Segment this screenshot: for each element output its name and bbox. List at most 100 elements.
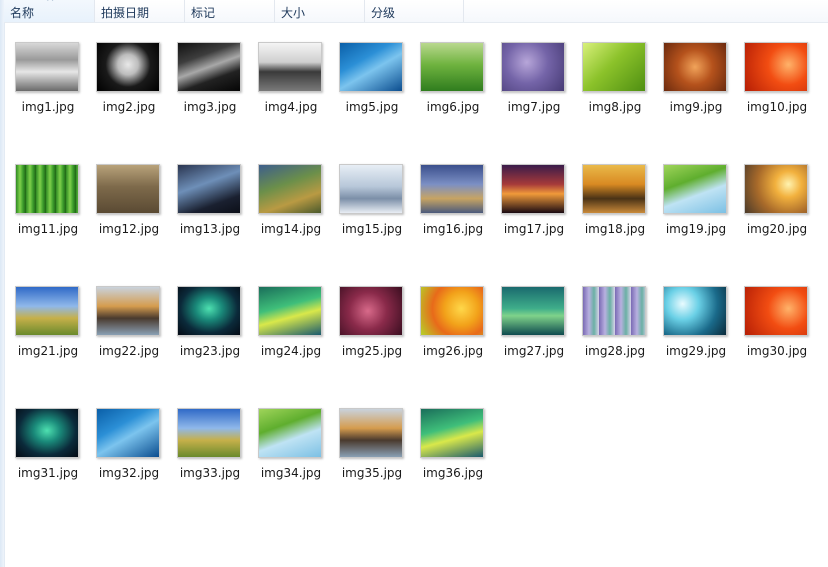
file-item[interactable]: img27.jpg [499, 286, 580, 408]
file-item[interactable]: img28.jpg [580, 286, 661, 408]
file-item[interactable]: img19.jpg [661, 164, 742, 286]
file-item[interactable]: img18.jpg [580, 164, 661, 286]
image-thumbnail[interactable] [663, 42, 727, 92]
file-item[interactable]: img8.jpg [580, 42, 661, 164]
image-thumbnail[interactable] [177, 164, 241, 214]
file-item[interactable]: img6.jpg [418, 42, 499, 164]
file-item[interactable]: img9.jpg [661, 42, 742, 164]
file-item[interactable]: img17.jpg [499, 164, 580, 286]
image-thumbnail[interactable] [177, 286, 241, 336]
file-item[interactable]: img16.jpg [418, 164, 499, 286]
image-thumbnail[interactable] [15, 408, 79, 458]
image-thumbnail[interactable] [258, 408, 322, 458]
file-name-label: img20.jpg [746, 222, 808, 236]
file-item[interactable]: img29.jpg [661, 286, 742, 408]
column-header-tags[interactable]: 标记 [185, 0, 275, 22]
file-name-label: img34.jpg [260, 466, 322, 480]
file-item[interactable]: img23.jpg [175, 286, 256, 408]
file-item[interactable]: img35.jpg [337, 408, 418, 530]
column-header-name[interactable]: 名称 ^ [4, 0, 95, 22]
image-thumbnail[interactable] [258, 286, 322, 336]
file-name-label: img33.jpg [179, 466, 241, 480]
image-thumbnail[interactable] [177, 42, 241, 92]
column-header-rating[interactable]: 分级 [365, 0, 464, 22]
image-thumbnail[interactable] [744, 164, 808, 214]
file-item[interactable]: img25.jpg [337, 286, 418, 408]
image-thumbnail[interactable] [582, 42, 646, 92]
image-thumbnail[interactable] [339, 164, 403, 214]
image-thumbnail[interactable] [15, 164, 79, 214]
image-thumbnail[interactable] [96, 408, 160, 458]
file-item[interactable]: img21.jpg [13, 286, 94, 408]
file-item[interactable]: img4.jpg [256, 42, 337, 164]
file-name-label: img27.jpg [503, 344, 565, 358]
image-thumbnail[interactable] [501, 42, 565, 92]
file-name-label: img15.jpg [341, 222, 403, 236]
image-thumbnail[interactable] [663, 286, 727, 336]
file-item[interactable]: img34.jpg [256, 408, 337, 530]
file-name-label: img30.jpg [746, 344, 808, 358]
sort-ascending-icon: ^ [46, 0, 55, 8]
file-name-label: img35.jpg [341, 466, 403, 480]
file-name-label: img29.jpg [665, 344, 727, 358]
file-name-label: img7.jpg [507, 100, 561, 114]
file-item[interactable]: img26.jpg [418, 286, 499, 408]
image-thumbnail[interactable] [663, 164, 727, 214]
column-header-size[interactable]: 大小 [275, 0, 365, 22]
column-header-date-taken[interactable]: 拍摄日期 [95, 0, 185, 22]
image-thumbnail[interactable] [177, 408, 241, 458]
column-header-size-label: 大小 [281, 6, 306, 20]
file-name-label: img4.jpg [264, 100, 318, 114]
file-item[interactable]: img14.jpg [256, 164, 337, 286]
image-thumbnail[interactable] [501, 164, 565, 214]
image-thumbnail[interactable] [501, 286, 565, 336]
file-browser-window: 名称 ^ 拍摄日期 标记 大小 分级 img1.jpg img2.jpg img3.… [0, 0, 828, 567]
file-name-label: img31.jpg [17, 466, 79, 480]
image-thumbnail[interactable] [258, 164, 322, 214]
image-thumbnail[interactable] [15, 42, 79, 92]
file-item[interactable]: img20.jpg [742, 164, 823, 286]
image-thumbnail[interactable] [582, 286, 646, 336]
file-name-label: img12.jpg [98, 222, 160, 236]
file-name-label: img5.jpg [345, 100, 399, 114]
image-thumbnail[interactable] [96, 286, 160, 336]
file-item[interactable]: img30.jpg [742, 286, 823, 408]
image-thumbnail[interactable] [420, 164, 484, 214]
file-item[interactable]: img13.jpg [175, 164, 256, 286]
image-thumbnail[interactable] [96, 164, 160, 214]
file-item[interactable]: img24.jpg [256, 286, 337, 408]
file-item[interactable]: img22.jpg [94, 286, 175, 408]
image-thumbnail[interactable] [420, 286, 484, 336]
image-thumbnail[interactable] [15, 286, 79, 336]
image-thumbnail[interactable] [744, 286, 808, 336]
file-item[interactable]: img1.jpg [13, 42, 94, 164]
file-item[interactable]: img33.jpg [175, 408, 256, 530]
image-thumbnail[interactable] [582, 164, 646, 214]
image-thumbnail[interactable] [96, 42, 160, 92]
file-item[interactable]: img31.jpg [13, 408, 94, 530]
file-item[interactable]: img3.jpg [175, 42, 256, 164]
file-item[interactable]: img32.jpg [94, 408, 175, 530]
file-item[interactable]: img5.jpg [337, 42, 418, 164]
image-thumbnail[interactable] [339, 42, 403, 92]
image-thumbnail[interactable] [420, 408, 484, 458]
file-name-label: img2.jpg [102, 100, 156, 114]
file-name-label: img6.jpg [426, 100, 480, 114]
file-item[interactable]: img7.jpg [499, 42, 580, 164]
file-item[interactable]: img36.jpg [418, 408, 499, 530]
file-item[interactable]: img2.jpg [94, 42, 175, 164]
file-name-label: img36.jpg [422, 466, 484, 480]
file-item[interactable]: img12.jpg [94, 164, 175, 286]
navigation-pane-edge[interactable] [0, 0, 5, 567]
file-item[interactable]: img15.jpg [337, 164, 418, 286]
image-thumbnail[interactable] [339, 286, 403, 336]
column-header-tags-label: 标记 [191, 6, 216, 20]
column-header-bar: 名称 ^ 拍摄日期 标记 大小 分级 [4, 0, 828, 23]
image-thumbnail[interactable] [339, 408, 403, 458]
image-thumbnail[interactable] [744, 42, 808, 92]
file-item[interactable]: img10.jpg [742, 42, 823, 164]
file-name-label: img13.jpg [179, 222, 241, 236]
image-thumbnail[interactable] [420, 42, 484, 92]
image-thumbnail[interactable] [258, 42, 322, 92]
file-item[interactable]: img11.jpg [13, 164, 94, 286]
